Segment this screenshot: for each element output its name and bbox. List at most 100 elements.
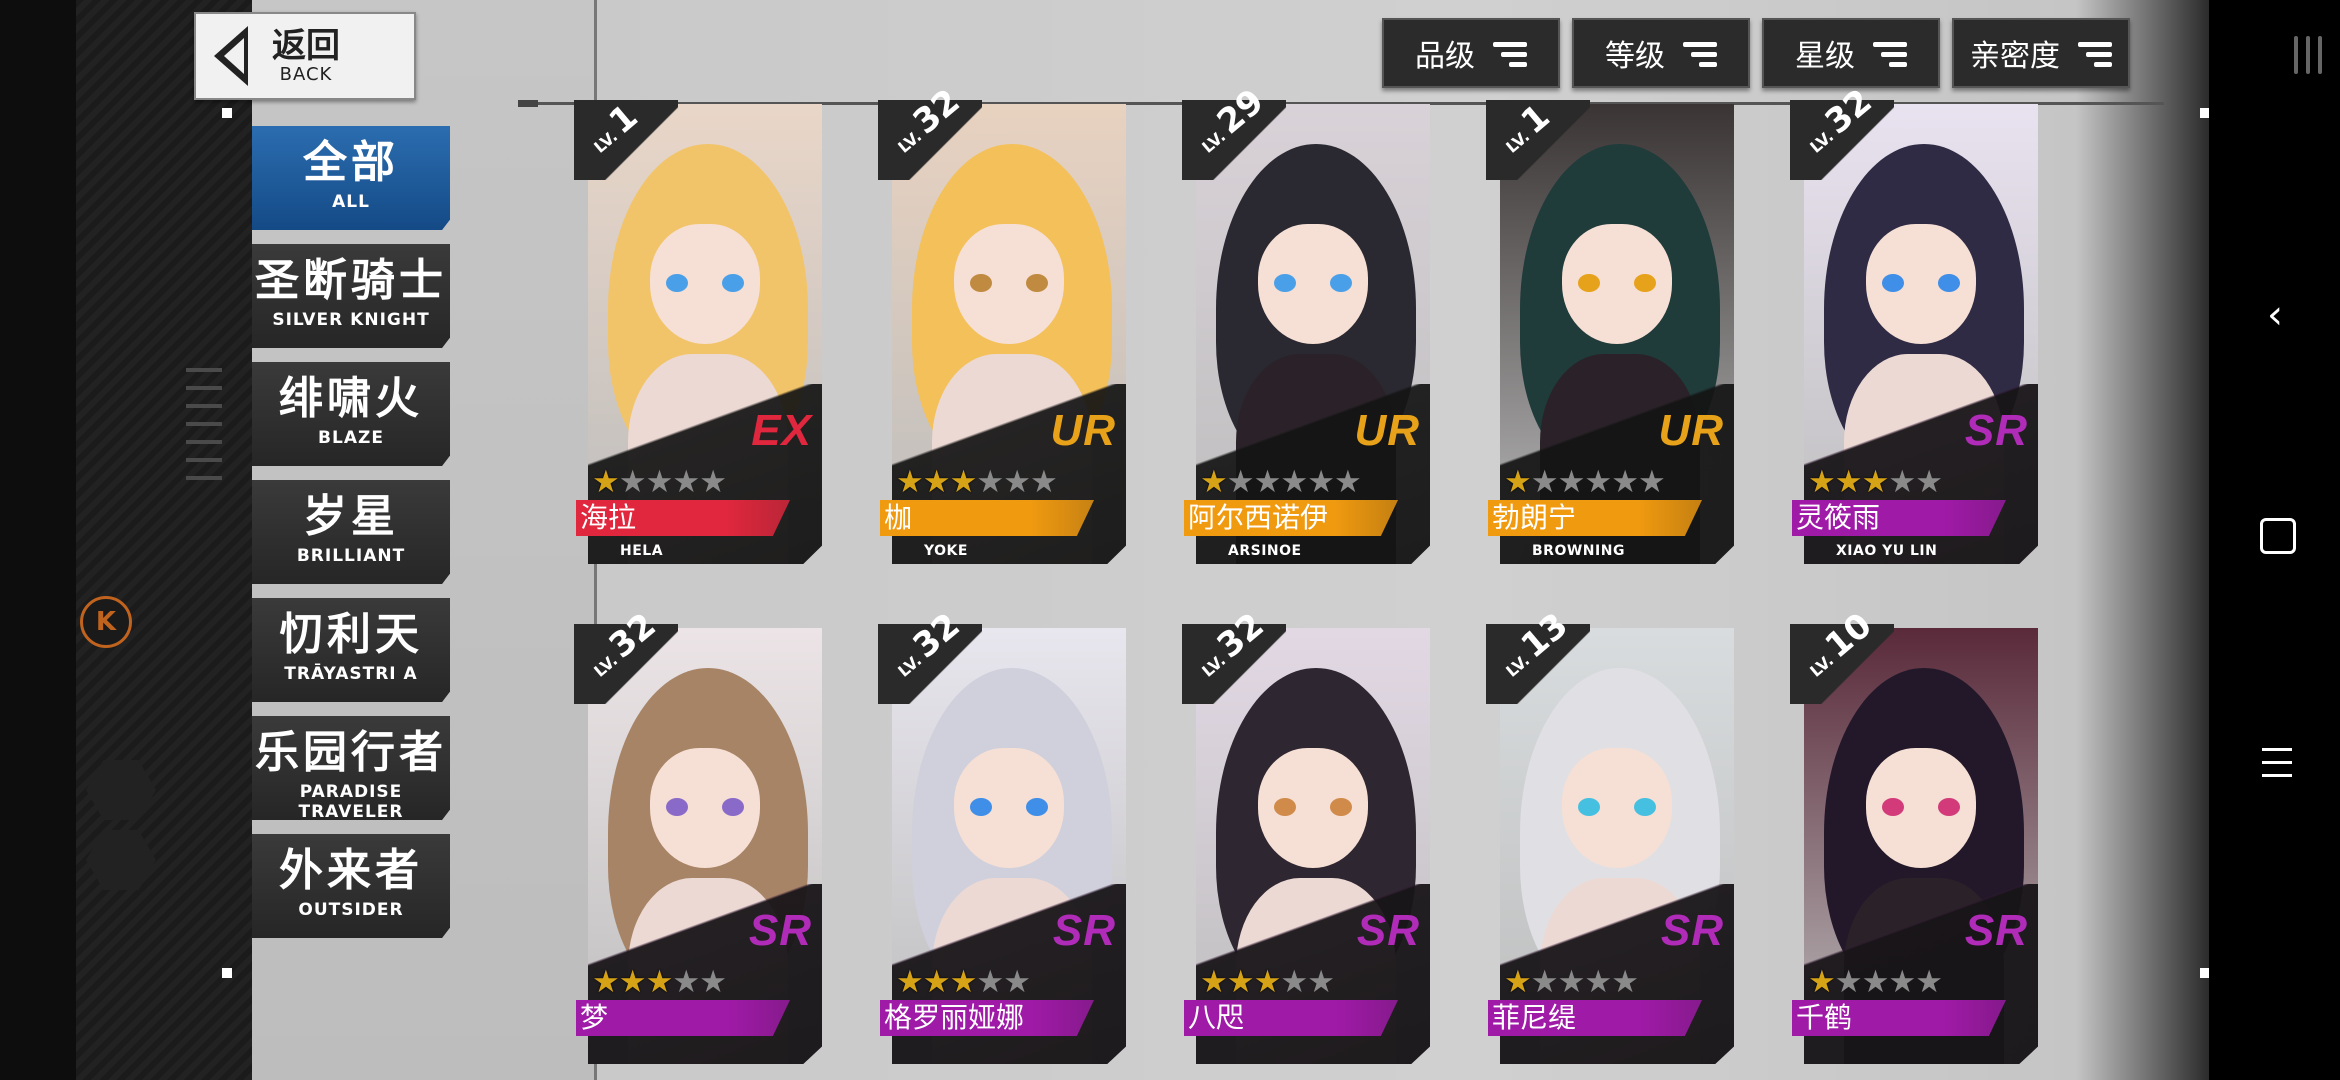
rarity-badge: UR xyxy=(1658,406,1724,455)
star-icon: ★ xyxy=(1307,464,1335,500)
star-icon: ★ xyxy=(1637,464,1666,500)
character-card[interactable]: UR ★★★★★★ 阿尔西诺伊 ARSINOE LV.29 xyxy=(1182,81,1430,564)
nav-recents-icon[interactable] xyxy=(2262,748,2292,787)
drag-handle-icon[interactable] xyxy=(2294,36,2330,76)
divider xyxy=(186,386,222,390)
divider xyxy=(186,458,222,462)
nav-back-icon[interactable]: ‹ xyxy=(2250,292,2300,338)
category-tab-tr-yastri-a[interactable]: 忉利天 TRĀYASTRI A xyxy=(252,598,450,702)
character-card[interactable]: SR ★★★★★ 千鹤 LV.10 xyxy=(1790,605,2038,1064)
star-icon: ★ xyxy=(1504,464,1532,500)
back-label: 返回 xyxy=(272,25,340,66)
star-icon: ★ xyxy=(1584,964,1612,1000)
category-label-en: TRĀYASTRI A xyxy=(284,664,418,684)
star-icon: ★ xyxy=(922,964,951,1000)
character-card[interactable]: SR ★★★★★ 菲尼缇 LV.13 xyxy=(1486,605,1734,1064)
divider xyxy=(186,476,222,480)
corner-marker xyxy=(222,968,232,978)
star-icon: ★ xyxy=(1280,964,1308,1000)
character-card[interactable]: SR ★★★★★ 梦 LV.32 xyxy=(574,605,822,1064)
star-icon: ★ xyxy=(922,464,951,500)
category-label: 绯啸火 xyxy=(279,373,423,424)
star-rating: ★★★★★ xyxy=(592,464,727,500)
star-icon: ★ xyxy=(1808,964,1836,1000)
star-icon: ★ xyxy=(699,964,727,1000)
decorative-side-strip: K xyxy=(76,0,252,1080)
level-badge: LV.29 xyxy=(1182,81,1286,180)
star-icon: ★ xyxy=(1226,964,1255,1000)
star-icon: ★ xyxy=(1280,464,1308,500)
character-card[interactable]: UR ★★★★★★ 勃朗宁 BROWNING LV.1 xyxy=(1486,97,1734,564)
level-badge: LV.32 xyxy=(1790,81,1894,180)
character-card[interactable]: SR ★★★★★ 八咫 LV.32 xyxy=(1182,605,1430,1064)
category-label-en: OUTSIDER xyxy=(298,900,404,920)
category-label: 忉利天 xyxy=(279,609,423,660)
star-rating: ★★★★★ xyxy=(592,964,727,1000)
back-arrow-icon xyxy=(214,26,248,86)
k-logo-icon: K xyxy=(80,596,132,648)
category-tab-brilliant[interactable]: 岁星 BRILLIANT xyxy=(252,480,450,584)
category-tab-blaze[interactable]: 绯啸火 BLAZE xyxy=(252,362,450,466)
rarity-badge: SR xyxy=(1052,906,1116,955)
character-name: 八咫 xyxy=(1184,1000,1398,1036)
character-name-en: ARSINOE xyxy=(1228,543,1302,559)
category-label-en: BLAZE xyxy=(318,428,384,448)
star-icon: ★ xyxy=(1530,964,1559,1000)
star-icon: ★ xyxy=(618,964,647,1000)
star-icon: ★ xyxy=(1557,964,1586,1000)
star-icon: ★ xyxy=(1003,464,1031,500)
character-name: 阿尔西诺伊 xyxy=(1184,500,1398,536)
character-card[interactable]: SR ★★★★★ 灵筱雨 XIAO YU LIN LV.32 xyxy=(1790,81,2038,564)
star-icon: ★ xyxy=(949,964,978,1000)
star-icon: ★ xyxy=(699,464,727,500)
star-icon: ★ xyxy=(1504,964,1532,1000)
level-badge: LV.32 xyxy=(878,605,982,704)
star-icon: ★ xyxy=(896,964,924,1000)
character-name: 千鹤 xyxy=(1792,1000,2006,1036)
star-icon: ★ xyxy=(1253,464,1282,500)
character-card[interactable]: SR ★★★★★ 格罗丽娅娜 LV.32 xyxy=(878,605,1126,1064)
character-card[interactable]: EX ★★★★★ 海拉 HELA LV.1 xyxy=(574,97,822,564)
star-icon: ★ xyxy=(1888,964,1916,1000)
star-rating: ★★★★★★ xyxy=(1200,464,1362,500)
star-icon: ★ xyxy=(1611,964,1639,1000)
star-icon: ★ xyxy=(1861,964,1890,1000)
level-badge: LV.32 xyxy=(1182,605,1286,704)
star-icon: ★ xyxy=(976,964,1004,1000)
rarity-badge: SR xyxy=(748,906,812,955)
star-icon: ★ xyxy=(1253,964,1282,1000)
category-tab-all[interactable]: 全部 ALL xyxy=(252,126,450,230)
star-rating: ★★★★★ xyxy=(1200,964,1335,1000)
filter-button-1[interactable]: 品级 xyxy=(1382,18,1560,88)
star-icon: ★ xyxy=(949,464,978,500)
filter-button-4[interactable]: 亲密度 xyxy=(1952,18,2130,88)
character-name: 海拉 xyxy=(576,500,790,536)
sort-icon xyxy=(1683,40,1717,67)
star-icon: ★ xyxy=(672,964,700,1000)
star-rating: ★★★★★ xyxy=(1808,964,1943,1000)
filter-button-2[interactable]: 等级 xyxy=(1572,18,1750,88)
character-name: 梦 xyxy=(576,1000,790,1036)
star-icon: ★ xyxy=(1003,964,1031,1000)
character-name-en: BROWNING xyxy=(1532,543,1625,559)
star-icon: ★ xyxy=(618,464,647,500)
star-icon: ★ xyxy=(896,464,924,500)
category-tab-silver-knight[interactable]: 圣断骑士 SILVER KNIGHT xyxy=(252,244,450,348)
rarity-badge: SR xyxy=(1964,906,2028,955)
filter-label: 品级 xyxy=(1415,39,1475,74)
star-icon: ★ xyxy=(1200,964,1228,1000)
category-tab-paradise-traveler[interactable]: 乐园行者 PARADISE TRAVELER xyxy=(252,716,450,820)
nav-home-icon[interactable] xyxy=(2260,518,2296,554)
star-icon: ★ xyxy=(592,464,620,500)
rarity-badge: UR xyxy=(1354,406,1420,455)
level-badge: LV.1 xyxy=(1486,97,1590,180)
star-icon: ★ xyxy=(1307,964,1335,1000)
category-label: 外来者 xyxy=(279,845,423,896)
star-icon: ★ xyxy=(1200,464,1228,500)
back-button[interactable]: 返回 BACK xyxy=(194,12,416,100)
star-icon: ★ xyxy=(1888,464,1916,500)
filter-button-3[interactable]: 星级 xyxy=(1762,18,1940,88)
star-icon: ★ xyxy=(1611,464,1639,500)
character-card[interactable]: UR ★★★★★★ 枷 YOKE LV.32 xyxy=(878,81,1126,564)
category-tab-outsider[interactable]: 外来者 OUTSIDER xyxy=(252,834,450,938)
